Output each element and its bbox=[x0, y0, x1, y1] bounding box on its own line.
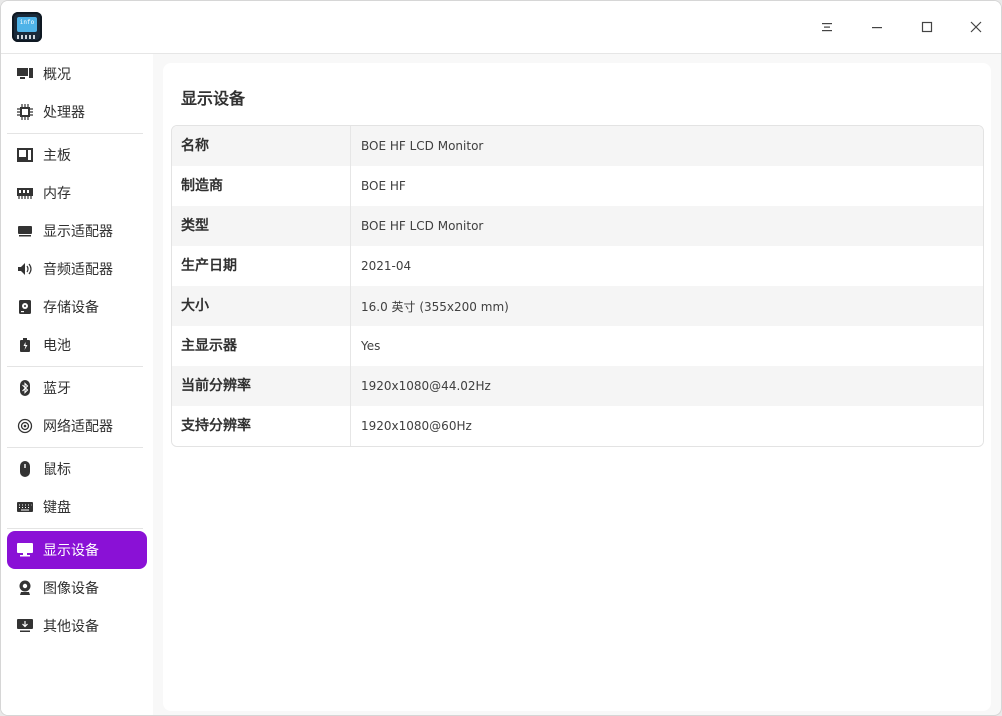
property-value: 2021-04 bbox=[361, 259, 412, 273]
sidebar-item-label: 其他设备 bbox=[43, 619, 99, 635]
sidebar-item-network-adapter[interactable]: 网络适配器 bbox=[7, 407, 147, 445]
monitor-icon bbox=[17, 542, 33, 558]
sidebar-item-label: 音频适配器 bbox=[43, 262, 113, 278]
sidebar-item-label: 主板 bbox=[43, 148, 71, 164]
property-name: 主显示器 bbox=[172, 326, 351, 366]
table-row: 生产日期 2021-04 bbox=[172, 246, 983, 286]
minimize-button[interactable] bbox=[862, 13, 892, 41]
close-button[interactable] bbox=[961, 13, 991, 41]
sidebar-item-mouse[interactable]: 鼠标 bbox=[7, 450, 147, 488]
sidebar-item-imaging-device[interactable]: 图像设备 bbox=[7, 569, 147, 607]
sidebar-item-display-adapter[interactable]: 显示适配器 bbox=[7, 212, 147, 250]
property-value: Yes bbox=[361, 339, 381, 353]
main-panel: 显示设备 名称 BOE HF LCD Monitor 制造商 BOE HF 类型… bbox=[163, 63, 991, 711]
sidebar-item-label: 显示适配器 bbox=[43, 224, 113, 240]
maximize-icon bbox=[921, 21, 933, 33]
device-info-table: 名称 BOE HF LCD Monitor 制造商 BOE HF 类型 BOE … bbox=[171, 125, 984, 447]
property-value: 1920x1080@60Hz bbox=[361, 419, 472, 433]
keyboard-icon bbox=[17, 499, 33, 515]
table-row: 支持分辨率 1920x1080@60Hz bbox=[172, 406, 983, 446]
sidebar-item-label: 蓝牙 bbox=[43, 381, 71, 397]
property-name: 名称 bbox=[172, 126, 351, 166]
sidebar-divider bbox=[7, 366, 143, 367]
property-value: BOE HF LCD Monitor bbox=[361, 139, 484, 153]
sidebar-item-keyboard[interactable]: 键盘 bbox=[7, 488, 147, 526]
property-name: 大小 bbox=[172, 286, 351, 326]
motherboard-icon bbox=[17, 147, 33, 163]
property-name: 类型 bbox=[172, 206, 351, 246]
sidebar-item-battery[interactable]: 电池 bbox=[7, 326, 147, 364]
property-value: 16.0 英寸 (355x200 mm) bbox=[361, 299, 509, 314]
sidebar-divider bbox=[7, 447, 143, 448]
memory-icon bbox=[17, 185, 33, 201]
main-menu-button[interactable] bbox=[812, 13, 842, 41]
storage-icon bbox=[17, 299, 33, 315]
display-adapter-icon bbox=[17, 223, 33, 239]
network-icon bbox=[17, 418, 33, 434]
property-name: 当前分辨率 bbox=[172, 366, 351, 406]
sidebar-item-memory[interactable]: 内存 bbox=[7, 174, 147, 212]
maximize-button[interactable] bbox=[912, 13, 942, 41]
sidebar-item-label: 网络适配器 bbox=[43, 419, 113, 435]
sidebar-item-label: 图像设备 bbox=[43, 581, 99, 597]
property-value: BOE HF LCD Monitor bbox=[361, 219, 484, 233]
table-row: 制造商 BOE HF bbox=[172, 166, 983, 206]
sidebar-divider bbox=[7, 528, 143, 529]
sidebar-item-cpu[interactable]: 处理器 bbox=[7, 93, 147, 131]
sidebar-item-label: 鼠标 bbox=[43, 462, 71, 478]
battery-icon bbox=[17, 337, 33, 353]
overview-icon bbox=[17, 66, 33, 82]
minimize-icon bbox=[872, 27, 882, 29]
page-title: 显示设备 bbox=[181, 89, 246, 108]
property-name: 制造商 bbox=[172, 166, 351, 206]
table-row: 类型 BOE HF LCD Monitor bbox=[172, 206, 983, 246]
table-row: 大小 16.0 英寸 (355x200 mm) bbox=[172, 286, 983, 326]
property-name: 支持分辨率 bbox=[172, 406, 351, 446]
sidebar-item-storage[interactable]: 存储设备 bbox=[7, 288, 147, 326]
hamburger-menu-icon bbox=[822, 23, 832, 32]
bluetooth-icon bbox=[17, 380, 33, 396]
table-row: 主显示器 Yes bbox=[172, 326, 983, 366]
property-value: BOE HF bbox=[361, 179, 406, 193]
table-row: 名称 BOE HF LCD Monitor bbox=[172, 126, 983, 166]
sidebar-item-label: 存储设备 bbox=[43, 300, 99, 316]
sidebar-item-display-device[interactable]: 显示设备 bbox=[7, 531, 147, 569]
sidebar-item-label: 处理器 bbox=[43, 105, 85, 121]
sidebar-divider bbox=[7, 133, 143, 134]
sidebar-item-overview[interactable]: 概况 bbox=[7, 55, 147, 93]
title-bar: info bbox=[1, 1, 1001, 54]
cpu-icon bbox=[17, 104, 33, 120]
device-manager-window: info 概况 处理器 主板 内存 显示适配器 音频适配器 存储设备 电池 蓝牙… bbox=[0, 0, 1002, 716]
sidebar-item-label: 显示设备 bbox=[43, 543, 99, 559]
sidebar-item-label: 键盘 bbox=[43, 500, 71, 516]
sidebar-item-label: 内存 bbox=[43, 186, 71, 202]
sidebar-item-motherboard[interactable]: 主板 bbox=[7, 136, 147, 174]
app-icon: info bbox=[12, 12, 42, 42]
sidebar-item-other-devices[interactable]: 其他设备 bbox=[7, 607, 147, 645]
property-value: 1920x1080@44.02Hz bbox=[361, 379, 491, 393]
sidebar-item-audio-adapter[interactable]: 音频适配器 bbox=[7, 250, 147, 288]
close-icon bbox=[970, 21, 982, 33]
sidebar: 概况 处理器 主板 内存 显示适配器 音频适配器 存储设备 电池 蓝牙 网络适配… bbox=[1, 54, 153, 715]
speaker-icon bbox=[17, 261, 33, 277]
mouse-icon bbox=[17, 461, 33, 477]
sidebar-item-bluetooth[interactable]: 蓝牙 bbox=[7, 369, 147, 407]
table-row: 当前分辨率 1920x1080@44.02Hz bbox=[172, 366, 983, 406]
sidebar-item-label: 电池 bbox=[43, 338, 71, 354]
other-device-icon bbox=[17, 618, 33, 634]
property-name: 生产日期 bbox=[172, 246, 351, 286]
camera-icon bbox=[17, 580, 33, 596]
app-icon-label: info bbox=[17, 17, 37, 32]
sidebar-item-label: 概况 bbox=[43, 67, 71, 83]
